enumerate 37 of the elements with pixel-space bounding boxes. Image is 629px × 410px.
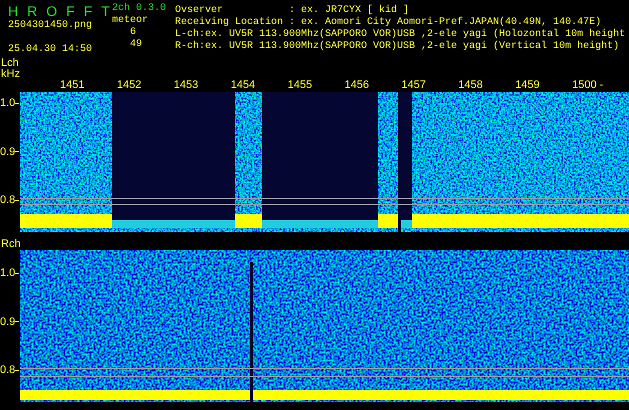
unit-label: kHz: [0, 69, 21, 80]
channel-label: Rch: [0, 239, 22, 250]
file-name: 2504301450.png: [8, 20, 94, 32]
time-label: 1459: [515, 80, 540, 91]
axis-tick-mark: [15, 321, 20, 322]
app-logo-letter: T: [101, 3, 110, 20]
station-info-line: R-ch:ex. UV5R 113.900Mhz(SAPPORO VOR)USB ,2-ele yagi (Vertical 10m height): [175, 41, 620, 53]
time-label: 1452: [116, 80, 142, 91]
meteor-count: 6: [129, 27, 136, 39]
app-logo-letter: H: [8, 3, 18, 20]
axis-tick-mark: [15, 151, 20, 152]
time-label: 1455: [288, 80, 312, 91]
axis-tick-label: 0.8: [0, 194, 16, 206]
app-logo-letter: R: [27, 3, 38, 20]
app-logo-letter: F: [84, 3, 92, 20]
meteor-count: 49: [129, 39, 142, 51]
time-label: 1457: [401, 80, 426, 91]
version-label: 2ch 0.3.0: [112, 3, 166, 15]
time-label: 1456: [344, 80, 369, 91]
app-logo-letter: O: [46, 3, 58, 20]
time-label: 1451: [60, 80, 84, 91]
meteor-label: meteor: [112, 15, 148, 27]
time-label: 1453: [174, 80, 198, 91]
time-label: 1500 -: [572, 80, 604, 91]
axis-tick-label: 1.0: [0, 267, 16, 279]
app-logo-letter: F: [66, 3, 75, 20]
axis-tick-label: 0.9: [0, 146, 16, 158]
axis-tick-label: 0.8: [0, 364, 16, 376]
station-info-line: Receiving Location : ex. Aomori City Aomori-Pref.JAPAN(40.49N, 140.47E): [175, 17, 602, 28]
axis-tick-label: 1.0: [0, 97, 16, 109]
station-info-line: Ovserver : ex. JR7CYX [ kid ]: [175, 5, 410, 16]
time-label: 1454: [230, 80, 256, 91]
axis-tick-label: 0.9: [0, 316, 16, 328]
station-info-line: L-ch:ex. UV5R 113.900Mhz(SAPPORO VOR)USB ,2-ele yagi (Holozontal 10m height: [175, 29, 626, 40]
date-time: 25.04.30 14:50: [8, 44, 94, 56]
channel-label: Lch: [0, 58, 20, 69]
time-label: 1458: [458, 80, 483, 91]
